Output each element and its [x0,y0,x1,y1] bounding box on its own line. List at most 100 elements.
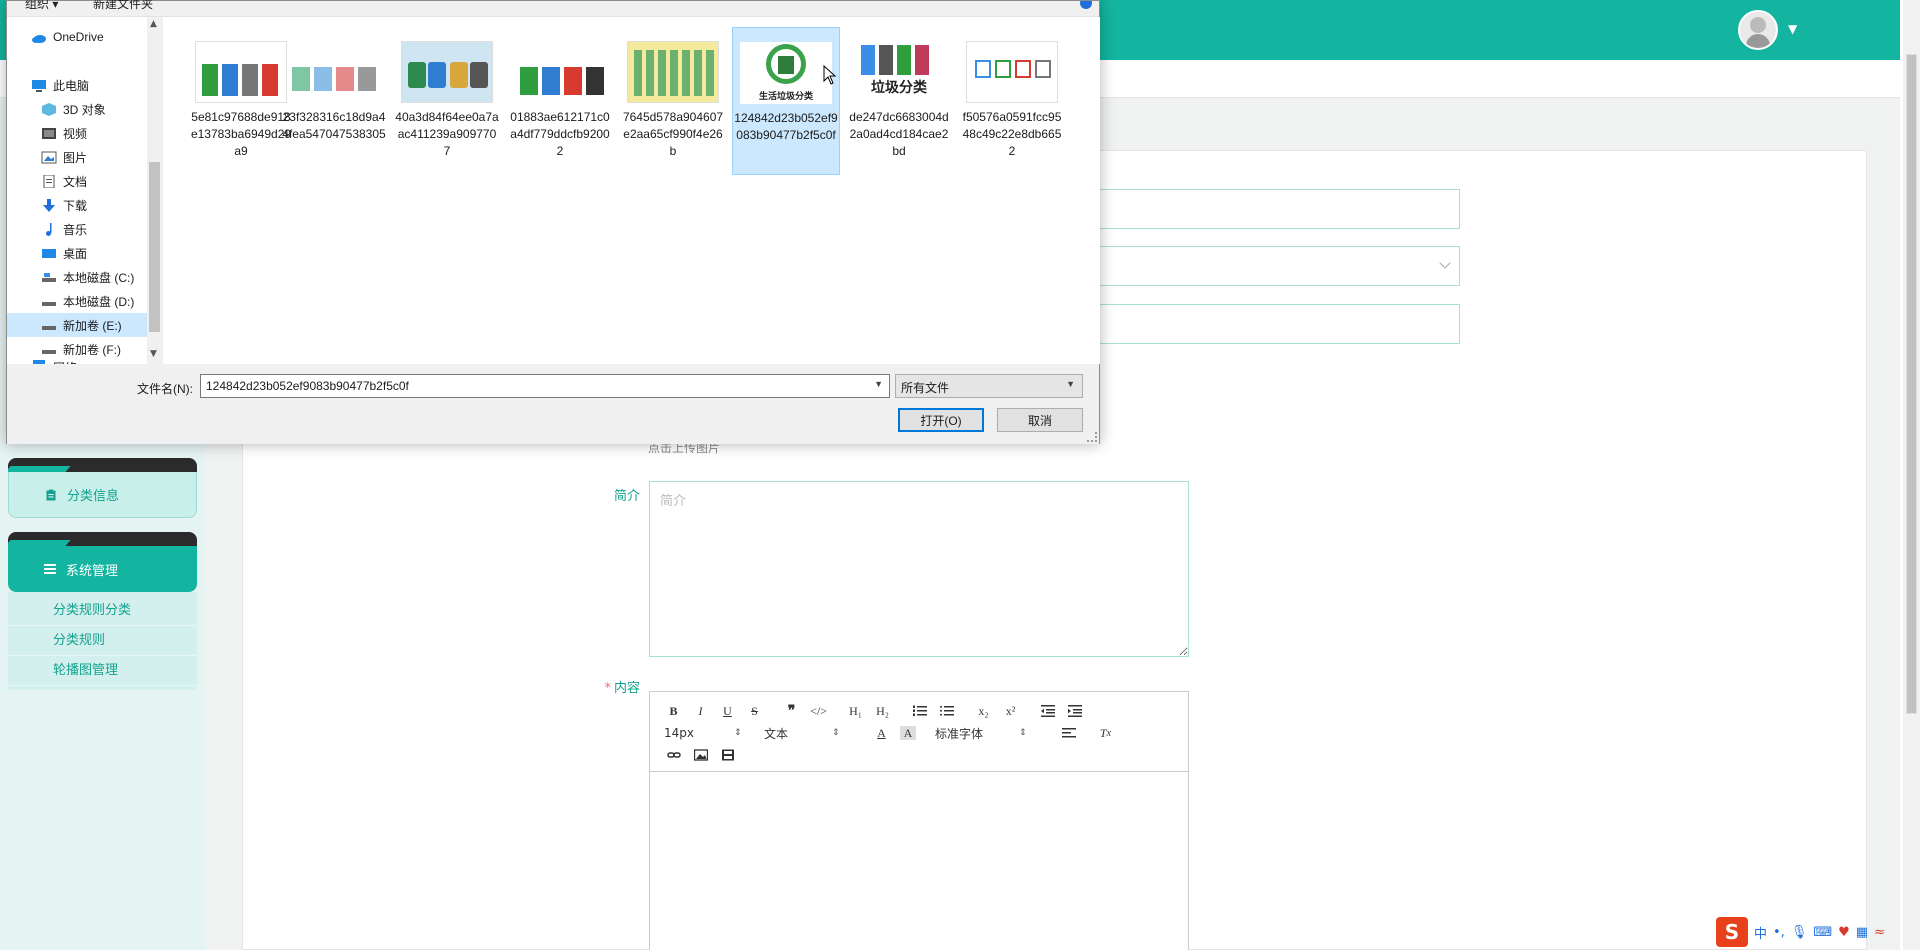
scroll-down-icon[interactable]: ▼ [150,349,157,359]
file-item[interactable]: 23f328316c18d9a44fea547047538305 [280,27,388,175]
nav-item-3d-objects[interactable]: 3D 对象 [7,97,147,121]
drive-icon [42,349,56,354]
text-input[interactable] [1098,304,1460,344]
computer-icon [32,79,46,92]
help-icon[interactable] [1079,1,1093,11]
font-size-picker[interactable]: 14px ⇕ [660,726,760,740]
nav-item-drive-d[interactable]: 本地磁盘 (D:) [7,289,147,313]
file-item-selected[interactable]: 生活垃圾分类 124842d23b052ef9083b90477b2f5c0f [732,27,840,175]
rich-text-editor[interactable]: B I U S ❞ </> H₁ H₂ x₂ x² 14px ⇕ 文本 ⇕ A A … [649,691,1189,950]
file-item[interactable]: 40a3d84f64ee0a7aac411239a9097707 [393,27,501,175]
submenu-item-carousel[interactable]: 轮播图管理 [8,656,197,686]
clipboard-icon [46,489,56,500]
nav-item-this-pc[interactable]: 此电脑 [7,73,147,97]
link-button[interactable] [660,744,687,766]
nav-item-downloads[interactable]: 下载 [7,193,147,217]
nav-item-desktop[interactable]: 桌面 [7,241,147,265]
file-open-dialog: 组织 ▾ 新建文件夹 OneDrive 此电脑 3D 对象 视频 图片 文档 下… [6,0,1100,444]
menu-item-label: 分类信息 [67,489,120,504]
scrollbar-thumb[interactable] [1906,54,1917,714]
file-name: de247dc6683004d2a0ad4cd184cae2bd [849,110,949,158]
cancel-button[interactable]: 取消 [997,408,1083,432]
font-family-value: 标准字体 [935,726,984,741]
menu-card-category-info[interactable]: 分类信息 [8,458,197,518]
ime-mode-label[interactable]: 中 [1754,923,1767,942]
sogou-logo-icon[interactable]: S [1716,917,1748,947]
dialog-toolbar: 组织 ▾ 新建文件夹 [7,0,1099,17]
file-item[interactable]: 01883ae612171c0a4df779ddcfb92002 [506,27,614,175]
resize-grip-icon[interactable] [1087,432,1097,442]
menu-item-system-management[interactable]: 系统管理 [8,546,197,592]
file-item[interactable]: 垃圾分类 de247dc6683004d2a0ad4cd184cae2bd [845,27,953,175]
ordered-list-button[interactable] [906,700,933,722]
outdent-icon [1040,705,1055,717]
outdent-button[interactable] [1034,700,1061,722]
filename-input[interactable]: 124842d23b052ef9083b90477b2f5c0f ▼ [200,374,890,398]
file-thumbnail [288,41,380,103]
blockquote-button[interactable]: ❞ [778,700,805,722]
menu-item-label: 系统管理 [66,563,119,579]
scroll-up-icon[interactable]: ▲ [150,19,157,29]
filetype-select[interactable]: 所有文件 ▼ [895,374,1083,398]
image-icon [693,749,708,761]
punctuation-icon[interactable]: •, [1773,925,1785,940]
background-color-button[interactable]: A [900,726,916,740]
nav-item-pictures[interactable]: 图片 [7,145,147,169]
cube-icon [42,102,56,116]
file-item[interactable]: f50576a0591fcc9548c49c22e8db6652 [958,27,1066,175]
nav-item-videos[interactable]: 视频 [7,121,147,145]
drive-icon [42,301,56,306]
code-button[interactable]: </> [805,700,832,722]
submenu-item-rules[interactable]: 分类规则 [8,626,197,656]
keyboard-icon[interactable]: ⌨ [1813,925,1832,940]
category-select[interactable] [1098,246,1460,286]
subscript-button[interactable]: x₂ [970,700,997,722]
extra-icon[interactable]: ≈ [1874,925,1885,940]
heading-2-button[interactable]: H₂ [869,700,896,722]
align-button[interactable] [1055,722,1082,744]
nav-item-drive-f[interactable]: 新加卷 (F:) [7,337,147,361]
title-input[interactable] [1098,189,1460,229]
heading-1-button[interactable]: H₁ [842,700,869,722]
file-item[interactable]: 7645d578a904607e2aa65cf990f4e26b [619,27,727,175]
strike-button[interactable]: S [741,700,768,722]
indent-button[interactable] [1061,700,1088,722]
nav-scrollbar[interactable]: ▲ ▼ [147,17,162,364]
clear-format-button[interactable]: Tx [1092,722,1119,744]
page-scrollbar[interactable] [1903,0,1920,950]
intro-textarea[interactable] [649,481,1189,657]
nav-item-drive-c[interactable]: 本地磁盘 (C:) [7,265,147,289]
video-button[interactable] [714,744,741,766]
content-label: * 内容 [580,677,640,696]
paragraph-picker[interactable]: 文本 ⇕ [760,725,868,742]
nav-scrollbar-thumb[interactable] [149,162,160,332]
open-button[interactable]: 打开(O) [898,408,984,432]
nav-item-documents[interactable]: 文档 [7,169,147,193]
nav-item-onedrive[interactable]: OneDrive [7,25,147,49]
submenu-item-rule-category[interactable]: 分类规则分类 [8,596,197,626]
chevron-down-icon: ▼ [1066,379,1075,389]
nav-item-music[interactable]: 音乐 [7,217,147,241]
superscript-button[interactable]: x² [997,700,1024,722]
menu-item-category-info[interactable]: 分类信息 [8,472,197,518]
avatar-head [1750,17,1766,33]
chevron-down-icon[interactable]: ▼ [874,379,883,389]
skin-icon[interactable]: ♥ [1838,925,1850,940]
bullet-list-button[interactable] [933,700,960,722]
underline-button[interactable]: U [714,700,741,722]
image-button[interactable] [687,744,714,766]
file-item[interactable]: 5e81c97688de918e13783ba6949d29a9 [187,27,295,175]
font-family-picker[interactable]: 标准字体 ⇕ [931,725,1055,742]
user-avatar[interactable] [1738,10,1778,50]
menu-card-system-management[interactable]: 系统管理 [8,532,197,592]
new-folder-button[interactable]: 新建文件夹 [93,0,153,12]
bold-button[interactable]: B [660,700,687,722]
organize-button[interactable]: 组织 ▾ [25,0,58,12]
chevron-down-icon[interactable]: ▼ [1788,22,1797,36]
document-icon [43,174,55,188]
italic-button[interactable]: I [687,700,714,722]
nav-item-drive-e[interactable]: 新加卷 (E:) [7,313,147,337]
toolbox-icon[interactable]: ▦ [1856,925,1868,940]
font-color-button[interactable]: A [868,722,895,744]
microphone-icon[interactable]: 🎙 [1791,925,1808,940]
